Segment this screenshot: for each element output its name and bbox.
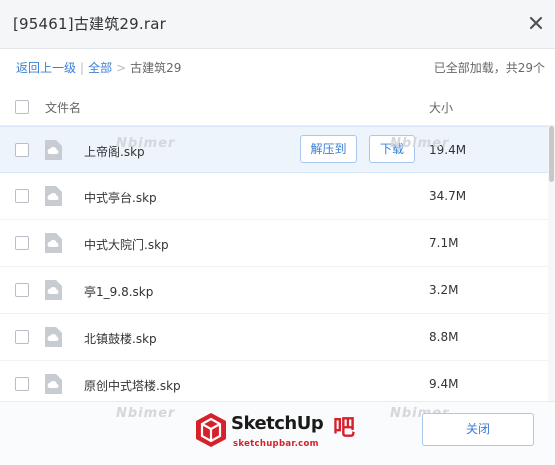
column-header-name: 文件名 bbox=[45, 101, 82, 115]
file-cloud-icon bbox=[45, 280, 62, 300]
file-name: 北镇鼓楼.skp bbox=[84, 332, 157, 346]
list-item[interactable]: 上帝阁.skp 解压到 下载 19.4M bbox=[0, 126, 548, 173]
back-link[interactable]: 返回上一级 bbox=[16, 61, 76, 75]
logo-accent-text: 吧 bbox=[333, 416, 356, 441]
watermark: Nbimer bbox=[116, 406, 176, 421]
file-cloud-icon bbox=[45, 140, 62, 160]
list-item[interactable]: 北镇鼓楼.skp 8.8M bbox=[0, 314, 548, 361]
breadcrumb-separator: > bbox=[116, 61, 127, 75]
file-size: 8.8M bbox=[429, 330, 459, 344]
logo-brand-text: SketchUp bbox=[231, 413, 324, 434]
list-item[interactable]: 亭1_9.8.skp 3.2M bbox=[0, 267, 548, 314]
close-x-icon[interactable] bbox=[527, 14, 545, 32]
file-size: 9.4M bbox=[429, 377, 459, 391]
file-cloud-icon bbox=[45, 327, 62, 347]
breadcrumb-separator: | bbox=[80, 61, 85, 75]
row-checkbox[interactable] bbox=[15, 143, 29, 157]
watermark: Nbimer bbox=[116, 136, 176, 151]
logo-site-text: sketchupbar.com bbox=[233, 439, 319, 449]
column-header-size: 大小 bbox=[429, 101, 454, 115]
file-name: 中式亭台.skp bbox=[84, 191, 157, 205]
all-link[interactable]: 全部 bbox=[88, 61, 112, 75]
file-name: 原创中式塔楼.skp bbox=[84, 379, 181, 393]
file-name: 亭1_9.8.skp bbox=[84, 285, 154, 299]
file-list: 上帝阁.skp 解压到 下载 19.4M 中式亭台.skp 34.7M 中式大院… bbox=[0, 126, 548, 401]
file-name: 中式大院门.skp bbox=[84, 238, 169, 252]
file-cloud-icon bbox=[45, 233, 62, 253]
list-header: 文件名 大小 bbox=[0, 88, 555, 126]
sketchupbar-logo: SketchUp 吧 sketchupbar.com bbox=[195, 409, 365, 455]
file-size: 7.1M bbox=[429, 236, 459, 250]
extract-button[interactable]: 解压到 bbox=[300, 135, 357, 163]
row-checkbox[interactable] bbox=[15, 236, 29, 250]
sketchup-logo-icon bbox=[196, 413, 226, 447]
row-checkbox[interactable] bbox=[15, 330, 29, 344]
close-button[interactable]: 关闭 bbox=[422, 413, 534, 446]
list-item[interactable]: 中式亭台.skp 34.7M bbox=[0, 173, 548, 220]
file-size: 34.7M bbox=[429, 189, 467, 203]
file-cloud-icon bbox=[45, 374, 62, 394]
dialog-title: [95461]古建筑29.rar bbox=[13, 15, 167, 33]
breadcrumb-current: 古建筑29 bbox=[130, 61, 182, 75]
row-checkbox[interactable] bbox=[15, 377, 29, 391]
row-checkbox[interactable] bbox=[15, 189, 29, 203]
file-cloud-icon bbox=[45, 186, 62, 206]
file-size: 3.2M bbox=[429, 283, 459, 297]
select-all-checkbox[interactable] bbox=[15, 100, 29, 114]
loaded-status: 已全部加载，共29个 bbox=[433, 61, 545, 75]
dialog-titlebar: [95461]古建筑29.rar bbox=[0, 0, 555, 49]
row-checkbox[interactable] bbox=[15, 283, 29, 297]
list-item[interactable]: 原创中式塔楼.skp 9.4M bbox=[0, 361, 548, 401]
list-item[interactable]: 中式大院门.skp 7.1M bbox=[0, 220, 548, 267]
scrollbar-thumb[interactable] bbox=[549, 126, 554, 182]
watermark: Nbimer bbox=[390, 136, 450, 151]
breadcrumb: 返回上一级 | 全部 > 古建筑29 bbox=[16, 59, 181, 76]
